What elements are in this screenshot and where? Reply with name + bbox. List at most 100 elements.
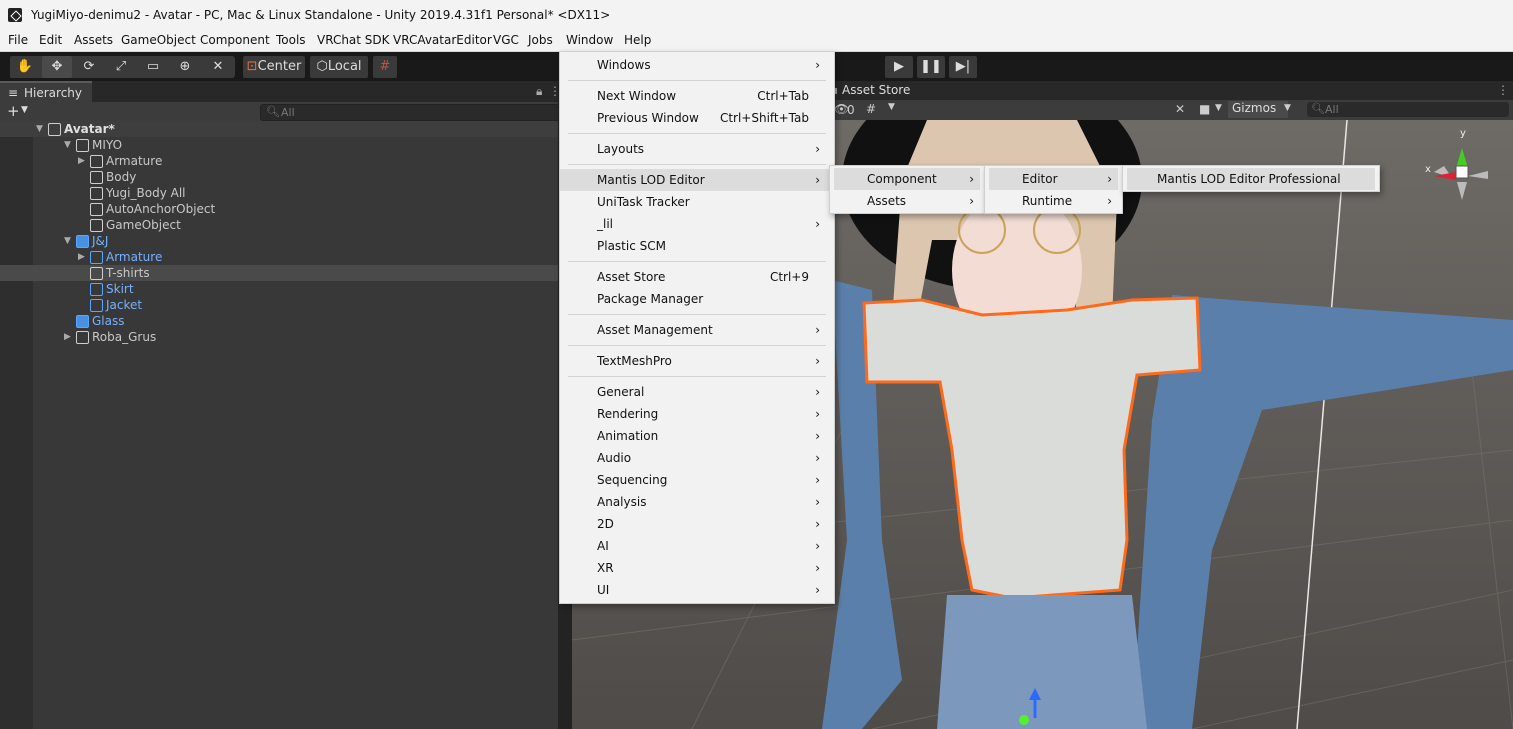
menu-item-component[interactable]: Component › <box>834 168 980 190</box>
step-button[interactable]: ▶| <box>949 56 977 78</box>
collapse-arrow-icon[interactable]: ▶ <box>78 153 85 169</box>
component-submenu: Editor › Runtime › <box>984 165 1123 214</box>
menu-item-package-manager[interactable]: Package Manager <box>560 288 834 310</box>
menu-item-xr[interactable]: XR › <box>560 557 834 579</box>
expand-arrow-icon[interactable]: ▼ <box>64 233 71 249</box>
tools-icon[interactable]: ✕ <box>1175 102 1185 116</box>
chevron-down-icon[interactable]: ▼ <box>1284 103 1291 113</box>
pivot-local-button[interactable]: ⬡Local <box>310 56 368 78</box>
menu-item-previous-window[interactable]: Previous Window Ctrl+Shift+Tab <box>560 107 834 129</box>
camera-icon[interactable]: ■ <box>1199 102 1210 116</box>
axis-y-label: y <box>1460 128 1466 139</box>
menu-assets[interactable]: Assets <box>74 33 113 47</box>
menu-tools[interactable]: Tools <box>276 33 306 47</box>
pivot-center-button[interactable]: ⊡Center <box>243 56 305 78</box>
grid-snap-icon[interactable]: # <box>373 56 397 78</box>
rect-tool-icon[interactable]: ▭ <box>138 56 168 78</box>
lock-icon[interactable]: 🔒︎ <box>536 84 542 99</box>
hierarchy-row[interactable]: Yugi_Body All <box>0 185 558 201</box>
chevron-right-icon: › <box>815 58 820 72</box>
menu-gameobject[interactable]: GameObject <box>121 33 196 47</box>
add-button[interactable]: + <box>7 102 20 120</box>
menu-edit[interactable]: Edit <box>39 33 62 47</box>
menu-item-label: Animation <box>597 429 659 443</box>
menu-window[interactable]: Window <box>566 33 613 47</box>
menu-vrcavatareditor[interactable]: VRCAvatarEditor <box>393 33 492 47</box>
menu-vrchat-sdk[interactable]: VRChat SDK <box>317 33 390 47</box>
hierarchy-row[interactable]: Jacket <box>0 297 558 313</box>
hierarchy-row[interactable]: T-shirts <box>0 265 558 281</box>
tab-asset-store[interactable]: Asset Store <box>842 83 910 97</box>
hierarchy-search-input[interactable]: 🔍︎ All <box>260 104 560 121</box>
collapse-arrow-icon[interactable]: ▶ <box>78 249 85 265</box>
hierarchy-row[interactable]: Skirt <box>0 281 558 297</box>
search-placeholder: All <box>281 106 295 119</box>
window-menu: Windows › Next Window Ctrl+Tab Previous Wind… <box>559 51 835 604</box>
menu-item-next-window[interactable]: Next Window Ctrl+Tab <box>560 85 834 107</box>
menu-item-general[interactable]: General › <box>560 381 834 403</box>
menu-help[interactable]: Help <box>624 33 651 47</box>
menu-item-windows[interactable]: Windows › <box>560 54 834 76</box>
menu-separator <box>568 80 826 81</box>
menu-item-assets[interactable]: Assets › <box>834 190 980 212</box>
tab-hierarchy[interactable]: ≡ Hierarchy <box>0 81 92 103</box>
search-placeholder: All <box>1325 103 1339 116</box>
menu-item-layouts[interactable]: Layouts › <box>560 138 834 160</box>
gizmos-button[interactable]: Gizmos <box>1228 101 1288 118</box>
menu-component[interactable]: Component <box>200 33 270 47</box>
grid-icon[interactable]: # <box>866 102 876 116</box>
chevron-right-icon: › <box>815 517 820 531</box>
menu-file[interactable]: File <box>8 33 28 47</box>
menu-item-analysis[interactable]: Analysis › <box>560 491 834 513</box>
hierarchy-row[interactable]: Body <box>0 169 558 185</box>
scale-tool-icon[interactable]: ⤢ <box>106 56 136 78</box>
hierarchy-row[interactable]: Glass <box>0 313 558 329</box>
menu-separator <box>568 376 826 377</box>
hierarchy-row[interactable]: ▼ J&J <box>0 233 558 249</box>
move-tool-icon[interactable]: ✥ <box>42 56 72 78</box>
transform-tool-icon[interactable]: ⊕ <box>170 56 200 78</box>
menu-item-mantis-lod-editor-professional[interactable]: Mantis LOD Editor Professional <box>1127 168 1375 190</box>
hierarchy-row[interactable]: ▶ Roba_Grus <box>0 329 558 345</box>
menu-item-runtime[interactable]: Runtime › <box>989 190 1118 212</box>
scene-search-input[interactable]: 🔍︎ All <box>1307 102 1509 117</box>
row-label: Jacket <box>106 298 143 312</box>
hierarchy-row[interactable]: ▶ Armature <box>0 249 558 265</box>
rotate-tool-icon[interactable]: ⟳ <box>74 56 104 78</box>
hierarchy-row[interactable]: AutoAnchorObject <box>0 201 558 217</box>
hierarchy-row[interactable]: ▶ Armature <box>0 153 558 169</box>
menu-item-ai[interactable]: AI › <box>560 535 834 557</box>
panel-menu-icon[interactable]: ⋮ <box>1497 83 1509 97</box>
menu-item-asset-store[interactable]: Asset Store Ctrl+9 <box>560 266 834 288</box>
menu-vgc[interactable]: VGC <box>493 33 519 47</box>
expand-arrow-icon[interactable]: ▼ <box>64 137 71 153</box>
hand-tool-icon[interactable]: ✋ <box>10 56 40 78</box>
chevron-down-icon[interactable]: ▼ <box>21 105 28 115</box>
menu-item-asset-management[interactable]: Asset Management › <box>560 319 834 341</box>
collapse-arrow-icon[interactable]: ▶ <box>64 329 71 345</box>
expand-arrow-icon[interactable]: ▼ <box>36 121 43 137</box>
menu-item-mantis-lod-editor[interactable]: Mantis LOD Editor › <box>560 169 834 191</box>
gameobject-icon <box>76 331 89 344</box>
scene-root-row[interactable]: ▼Avatar*⋮ <box>0 121 565 137</box>
chevron-right-icon: › <box>969 194 974 208</box>
menu-item-rendering[interactable]: Rendering › <box>560 403 834 425</box>
menu-item-textmeshpro[interactable]: TextMeshPro › <box>560 350 834 372</box>
hierarchy-row[interactable]: ▼ MIYO <box>0 137 558 153</box>
custom-tool-icon[interactable]: ✕ <box>202 56 234 78</box>
menu-item-ui[interactable]: UI › <box>560 579 834 601</box>
hierarchy-row[interactable]: GameObject <box>0 217 558 233</box>
menu-item-audio[interactable]: Audio › <box>560 447 834 469</box>
menu-jobs[interactable]: Jobs <box>528 33 553 47</box>
menu-item-sequencing[interactable]: Sequencing › <box>560 469 834 491</box>
menu-item-lil[interactable]: _lil › <box>560 213 834 235</box>
pause-button[interactable]: ❚❚ <box>917 56 945 78</box>
chevron-down-icon[interactable]: ▼ <box>888 102 895 112</box>
menu-item-unitask-tracker[interactable]: UniTask Tracker <box>560 191 834 213</box>
menu-item-editor[interactable]: Editor › <box>989 168 1118 190</box>
play-button[interactable]: ▶ <box>885 56 913 78</box>
menu-item-animation[interactable]: Animation › <box>560 425 834 447</box>
menu-item-2d[interactable]: 2D › <box>560 513 834 535</box>
chevron-down-icon[interactable]: ▼ <box>1215 103 1222 113</box>
menu-item-plastic-scm[interactable]: Plastic SCM <box>560 235 834 257</box>
